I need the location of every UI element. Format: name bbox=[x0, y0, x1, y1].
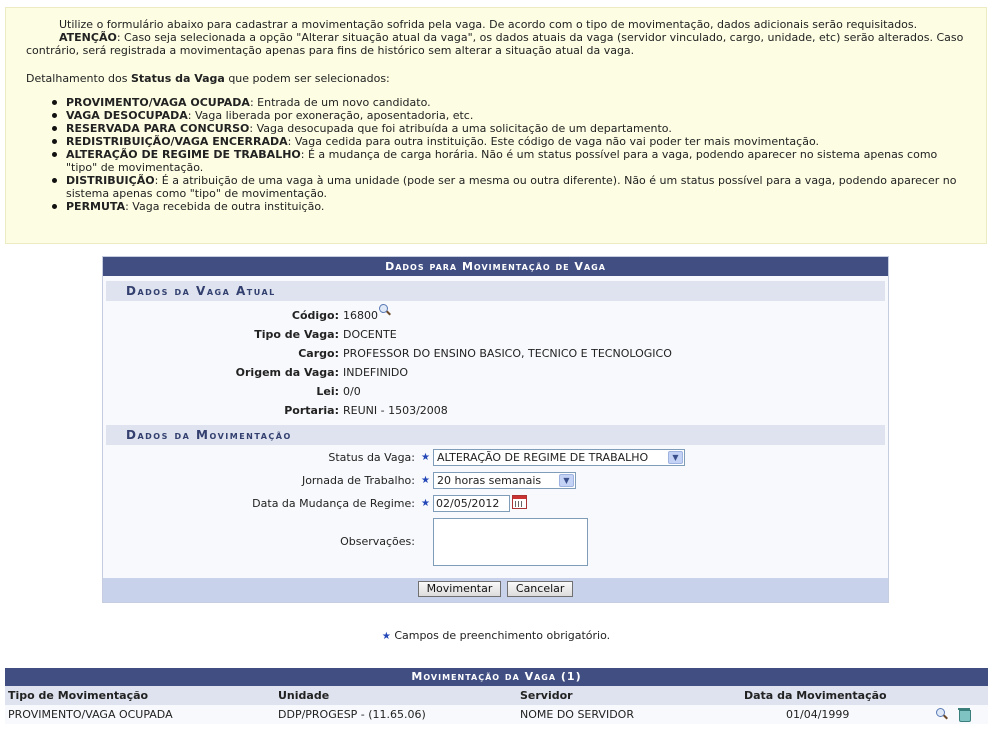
status-desc: : Vaga recebida de outra instituição. bbox=[125, 200, 325, 213]
row-jornada: Jornada de Trabalho: ★ 20 horas semanais… bbox=[103, 471, 888, 494]
required-legend: ★ Campos de preenchimento obrigatório. bbox=[0, 629, 992, 642]
cell-tipo: PROVIMENTO/VAGA OCUPADA bbox=[8, 708, 173, 721]
cell-servidor: NOME DO SERVIDOR bbox=[520, 708, 634, 721]
header-servidor: Servidor bbox=[520, 689, 573, 702]
table-title: Movimentação da Vaga (1) bbox=[5, 668, 988, 686]
jornada-label: Jornada de Trabalho: bbox=[301, 474, 415, 487]
cell-data: 01/04/1999 bbox=[786, 708, 850, 721]
origem-value: INDEFINIDO bbox=[343, 366, 409, 379]
section-movement: Dados da Movimentação bbox=[106, 425, 885, 445]
lei-value: 0/0 bbox=[343, 385, 361, 398]
tipo-label: Tipo de Vaga: bbox=[254, 328, 339, 341]
cell-unidade: DDP/PROGESP - (11.65.06) bbox=[278, 708, 426, 721]
status-detail-bold: Status da Vaga bbox=[131, 72, 225, 85]
magnifier-icon[interactable] bbox=[935, 708, 947, 720]
status-list-item: PERMUTA: Vaga recebida de outra institui… bbox=[52, 200, 966, 213]
row-data: Data da Mudança de Regime: ★ 02/05/2012 bbox=[103, 494, 888, 517]
row-status: Status da Vaga: ★ ALTERAÇÃO DE REGIME DE… bbox=[103, 448, 888, 471]
status-desc: : Entrada de um novo candidato. bbox=[249, 96, 431, 109]
status-list-item: DISTRIBUIÇÃO: É a atribuição de uma vaga… bbox=[52, 174, 966, 200]
status-select-value: ALTERAÇÃO DE REGIME DE TRABALHO bbox=[437, 451, 649, 464]
obs-label: Observações: bbox=[340, 535, 415, 548]
status-list-item: ALTERAÇÃO DE REGIME DE TRABALHO: É a mud… bbox=[52, 148, 966, 174]
codigo-text: 16800 bbox=[343, 309, 378, 322]
required-star-icon: ★ bbox=[381, 631, 391, 642]
cargo-label: Cargo: bbox=[298, 347, 339, 360]
delete-action[interactable] bbox=[957, 707, 971, 727]
required-star-icon: ★ bbox=[421, 452, 430, 463]
required-legend-text: Campos de preenchimento obrigatório. bbox=[394, 629, 611, 642]
header-tipo: Tipo de Movimentação bbox=[8, 689, 149, 702]
cargo-value: PROFESSOR DO ENSINO BASICO, TECNICO E TE… bbox=[343, 347, 672, 360]
warning-text: : Caso seja selecionada a opção "Alterar… bbox=[26, 31, 964, 57]
status-term: VAGA DESOCUPADA bbox=[66, 109, 188, 122]
portaria-value: REUNI - 1503/2008 bbox=[343, 404, 448, 417]
row-lei: Lei: 0/0 bbox=[103, 382, 888, 401]
section-current-vacancy: Dados da Vaga Atual bbox=[106, 281, 885, 301]
status-desc: : Vaga liberada por exoneração, aposenta… bbox=[187, 109, 474, 122]
status-term: REDISTRIBUIÇÃO/VAGA ENCERRADA bbox=[66, 135, 288, 148]
movimentar-button[interactable]: Movimentar bbox=[417, 581, 502, 597]
status-list: PROVIMENTO/VAGA OCUPADA: Entrada de um n… bbox=[26, 96, 966, 213]
observations-textarea[interactable] bbox=[433, 518, 588, 566]
portaria-label: Portaria: bbox=[284, 404, 339, 417]
data-label: Data da Mudança de Regime: bbox=[252, 497, 415, 510]
form-title: Dados para Movimentação de Vaga bbox=[103, 257, 888, 276]
form-buttons: Movimentar Cancelar bbox=[103, 578, 888, 602]
status-term: PROVIMENTO/VAGA OCUPADA bbox=[66, 96, 250, 109]
movement-form: Dados para Movimentação de Vaga Dados da… bbox=[102, 256, 889, 603]
status-list-item: VAGA DESOCUPADA: Vaga liberada por exone… bbox=[52, 109, 966, 122]
status-desc: : É a atribuição de uma vaga à uma unida… bbox=[66, 174, 957, 200]
status-select[interactable]: ALTERAÇÃO DE REGIME DE TRABALHO ▼ bbox=[433, 449, 685, 466]
required-star-icon: ★ bbox=[421, 498, 430, 509]
jornada-select[interactable]: 20 horas semanais ▼ bbox=[433, 472, 576, 489]
row-cargo: Cargo: PROFESSOR DO ENSINO BASICO, TECNI… bbox=[103, 344, 888, 363]
status-desc: : Vaga cedida para outra instituição. Es… bbox=[287, 135, 819, 148]
lei-label: Lei: bbox=[316, 385, 339, 398]
calendar-icon[interactable] bbox=[512, 495, 527, 509]
instructions-warning: ATENÇÃO: Caso seja selecionada a opção "… bbox=[26, 31, 966, 57]
warning-label: ATENÇÃO bbox=[59, 31, 117, 44]
date-input[interactable]: 02/05/2012 bbox=[433, 495, 510, 512]
header-unidade: Unidade bbox=[278, 689, 330, 702]
row-origem: Origem da Vaga: INDEFINIDO bbox=[103, 363, 888, 382]
codigo-value: 16800 bbox=[343, 304, 390, 325]
magnifier-icon[interactable] bbox=[378, 304, 390, 316]
status-detail-pre: Detalhamento dos bbox=[26, 72, 131, 85]
table-row: PROVIMENTO/VAGA OCUPADA DDP/PROGESP - (1… bbox=[5, 705, 988, 724]
tipo-value: DOCENTE bbox=[343, 328, 397, 341]
instructions-box: Utilize o formulário abaixo para cadastr… bbox=[5, 7, 987, 244]
row-tipo: Tipo de Vaga: DOCENTE bbox=[103, 325, 888, 344]
status-list-item: REDISTRIBUIÇÃO/VAGA ENCERRADA: Vaga cedi… bbox=[52, 135, 966, 148]
codigo-label: Código: bbox=[291, 309, 339, 322]
status-term: ALTERAÇÃO DE REGIME DE TRABALHO bbox=[66, 148, 301, 161]
status-label: Status da Vaga: bbox=[328, 451, 415, 464]
status-term: PERMUTA bbox=[66, 200, 126, 213]
origem-label: Origem da Vaga: bbox=[235, 366, 339, 379]
row-portaria: Portaria: REUNI - 1503/2008 bbox=[103, 401, 888, 420]
chevron-down-icon[interactable]: ▼ bbox=[668, 451, 683, 464]
instructions-intro: Utilize o formulário abaixo para cadastr… bbox=[59, 18, 918, 31]
row-codigo: Código: 16800 bbox=[103, 304, 888, 325]
status-detail-intro: Detalhamento dos Status da Vaga que pode… bbox=[26, 72, 966, 85]
status-term: RESERVADA PARA CONCURSO bbox=[66, 122, 250, 135]
jornada-select-value: 20 horas semanais bbox=[437, 474, 542, 487]
status-list-item: RESERVADA PARA CONCURSO: Vaga desocupada… bbox=[52, 122, 966, 135]
required-star-icon: ★ bbox=[421, 475, 430, 486]
header-data: Data da Movimentação bbox=[744, 689, 887, 702]
movements-table: Movimentação da Vaga (1) Tipo de Movimen… bbox=[5, 668, 988, 724]
trash-icon[interactable] bbox=[957, 707, 971, 722]
row-obs: Observações: bbox=[103, 517, 888, 571]
chevron-down-icon[interactable]: ▼ bbox=[559, 474, 574, 487]
status-term: DISTRIBUIÇÃO bbox=[66, 174, 155, 187]
status-desc: : Vaga desocupada que foi atribuída a um… bbox=[249, 122, 672, 135]
cancelar-button[interactable]: Cancelar bbox=[506, 581, 574, 597]
status-detail-post: que podem ser selecionados: bbox=[224, 72, 390, 85]
view-action[interactable] bbox=[935, 708, 947, 727]
table-header: Tipo de Movimentação Unidade Servidor Da… bbox=[5, 686, 988, 705]
status-list-item: PROVIMENTO/VAGA OCUPADA: Entrada de um n… bbox=[52, 96, 966, 109]
